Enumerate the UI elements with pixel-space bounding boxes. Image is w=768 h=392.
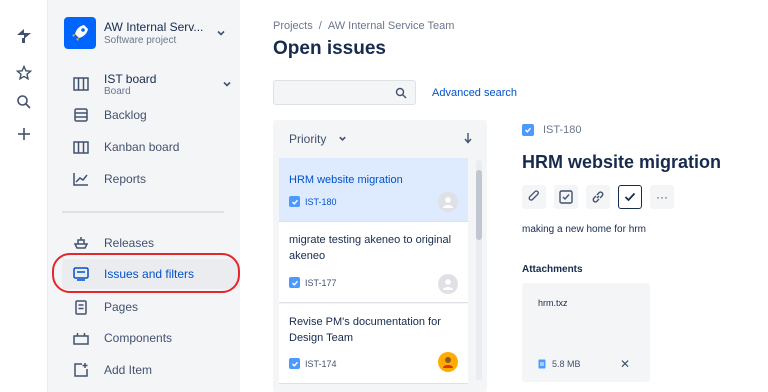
detail-issue-key[interactable]: IST-180 [522,124,582,136]
project-sidebar: AW Internal Serv... Software project IST… [48,0,240,392]
reports-chart-icon [72,170,90,188]
checkbox-icon [289,196,300,207]
unassigned-avatar-icon [438,192,458,212]
page-title: Open issues [273,38,386,59]
sidebar-item-label: Kanban board [104,140,180,154]
issue-key-text: IST-177 [305,277,337,288]
attachment-size-text: 5.8 MB [552,359,581,369]
issue-key: IST-174 [289,358,337,369]
issue-key-text: IST-174 [305,358,337,369]
board-icon [72,75,90,93]
sidebar-item-kanban[interactable]: Kanban board [62,132,240,162]
issue-card[interactable]: Revise PM's documentation for Design Tea… [279,304,468,384]
chevron-down-icon [217,30,225,36]
checkbox-icon [522,124,534,136]
sidebar-item-label: Components [104,331,173,345]
sidebar-item-board[interactable]: IST board Board [62,68,240,100]
red-highlight-outline [52,253,240,293]
attachments-heading: Attachments [522,264,583,275]
checkbox-task-icon[interactable] [618,185,642,209]
issue-key: IST-177 [289,277,337,288]
project-type: Software project [104,35,177,46]
sidebar-item-pages[interactable]: Pages [62,292,240,322]
sidebar-item-backlog[interactable]: Backlog [62,100,240,130]
project-switcher[interactable]: AW Internal Serv... Software project [64,16,232,50]
component-icon [72,329,90,347]
checkbox-icon [289,358,300,369]
add-item-icon [72,361,90,379]
issue-toolbar: ··· [522,185,682,209]
sort-dropdown[interactable]: Priority [289,132,347,146]
sidebar-item-components[interactable]: Components [62,323,240,353]
kanban-icon [72,138,90,156]
page-icon [72,298,90,316]
issue-key: IST-180 [289,196,337,207]
main-content: Projects / AW Internal Service Team Open i… [240,0,768,392]
issue-title: HRM website migration [289,174,403,186]
issue-card[interactable]: migrate testing akeneo to original akene… [279,222,468,303]
breadcrumb-project[interactable]: AW Internal Service Team [328,20,455,32]
sort-direction-icon[interactable] [463,132,473,144]
sidebar-item-label: Backlog [104,108,147,122]
rocket-icon [64,17,96,49]
file-icon [538,359,546,369]
sidebar-item-label: Add Item [104,363,153,377]
jira-logo-icon[interactable] [12,24,36,48]
more-actions-icon[interactable]: ··· [650,185,674,209]
attach-icon[interactable] [522,185,546,209]
sort-label: Priority [289,132,327,146]
list-scrollbar[interactable] [476,160,482,380]
search-input[interactable] [273,80,416,105]
attachment-name: hrm.txz [538,298,568,308]
board-sub: Board [104,85,131,97]
link-icon[interactable] [586,185,610,209]
breadcrumb-projects[interactable]: Projects [273,20,313,32]
search-icon [395,87,407,99]
chevron-down-icon [338,136,346,141]
project-name: AW Internal Serv... [104,20,204,34]
sidebar-item-label: Releases [104,236,155,250]
sidebar-item-reports[interactable]: Reports [62,164,240,194]
search-icon[interactable] [12,90,36,114]
issue-key-text: IST-180 [305,196,337,207]
sidebar-item-add-item[interactable]: Add Item [62,355,240,385]
scrollbar-thumb[interactable] [476,170,482,240]
attachment-size: 5.8 MB [538,359,581,369]
sidebar-item-label: Reports [104,172,147,186]
board-label: IST board [104,71,157,86]
star-icon[interactable] [12,61,36,85]
global-nav [0,0,48,392]
detail-key-text: IST-180 [543,124,582,136]
issue-description[interactable]: making a new home for hrm [522,224,646,235]
ship-icon [72,234,90,252]
issue-detail-title[interactable]: HRM website migration [522,152,721,173]
remove-attachment-icon[interactable]: ✕ [620,357,630,371]
user-avatar [438,352,458,372]
attachment-card[interactable]: hrm.txz 5.8 MB ✕ [522,283,650,382]
breadcrumb: Projects / AW Internal Service Team [273,20,460,32]
issue-list: Priority HRM website migration IST-180 m… [273,120,487,392]
sidebar-item-label: Pages [104,300,139,314]
issue-title: migrate testing akeneo to original akene… [289,234,452,262]
create-plus-icon[interactable] [12,122,36,146]
issue-title: Revise PM's documentation for Design Tea… [289,316,441,344]
advanced-search-link[interactable]: Advanced search [432,87,517,99]
breadcrumb-separator: / [318,20,322,32]
backlog-icon [72,106,90,124]
child-issue-icon[interactable] [554,185,578,209]
sidebar-divider [62,211,224,213]
chevron-down-icon [223,81,231,87]
checkbox-icon [289,277,300,288]
issue-card[interactable]: HRM website migration IST-180 [279,158,468,222]
unassigned-avatar-icon [438,274,458,294]
